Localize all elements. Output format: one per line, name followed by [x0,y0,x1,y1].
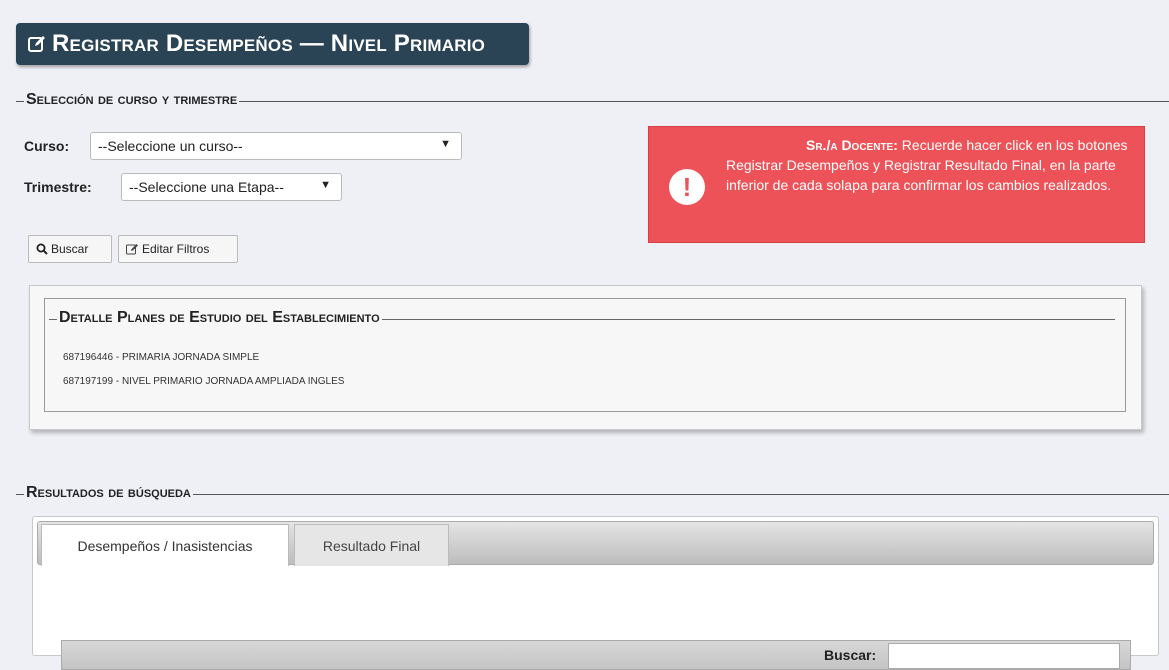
alert-message: Sr./a Docente: Recuerde hacer click en l… [726,135,1136,195]
planes-legend: Detalle Planes de Estudio del Establecim… [57,309,382,327]
tab-desempenos[interactable]: Desempeños / Inasistencias [41,524,289,566]
trimestre-select[interactable]: --Seleccione una Etapa-- ▼ [121,173,342,201]
search-icon [36,243,48,255]
planes-fieldset: Detalle Planes de Estudio del Establecim… [44,298,1126,412]
docente-alert: ! Sr./a Docente: Recuerde hacer click en… [648,126,1145,243]
edit-icon [126,244,138,255]
tab-resultado-final[interactable]: Resultado Final [294,524,449,566]
table-toolbar: Buscar: [61,640,1131,670]
page-title-badge: Registrar Desempeños — Nivel Primario [16,23,529,65]
plan-item: 687196446 - PRIMARIA JORNADA SIMPLE [63,352,260,363]
chevron-down-icon: ▼ [320,179,331,191]
planes-panel: Detalle Planes de Estudio del Establecim… [29,285,1142,430]
curso-select-value: --Seleccione un curso-- [98,138,243,154]
trimestre-label: Trimestre: [24,179,92,195]
plan-item: 687197199 - NIVEL PRIMARIO JORNADA AMPLI… [63,376,345,387]
table-search-input[interactable] [888,643,1120,669]
alert-heading: Sr./a Docente: [806,137,898,153]
edit-icon [28,36,45,52]
buscar-button-label: Buscar [51,242,89,256]
results-legend: Resultados de búsqueda [24,484,193,502]
page-title: Registrar Desempeños — Nivel Primario [52,30,486,57]
exclamation-icon: ! [669,169,705,205]
curso-label: Curso: [24,138,70,154]
chevron-down-icon: ▼ [440,138,451,150]
alert-text: Recuerde hacer click en los botones Regi… [726,137,1128,193]
trimestre-select-value: --Seleccione una Etapa-- [129,179,284,195]
buscar-button[interactable]: Buscar [28,235,112,263]
results-panel: Desempeños / Inasistencias Resultado Fin… [32,516,1159,670]
table-search-label: Buscar: [824,647,877,663]
curso-select[interactable]: --Seleccione un curso-- ▼ [90,132,462,160]
editar-filtros-button[interactable]: Editar Filtros [118,235,238,263]
selection-legend: Selección de curso y trimestre [24,91,240,109]
editar-filtros-label: Editar Filtros [142,242,210,256]
